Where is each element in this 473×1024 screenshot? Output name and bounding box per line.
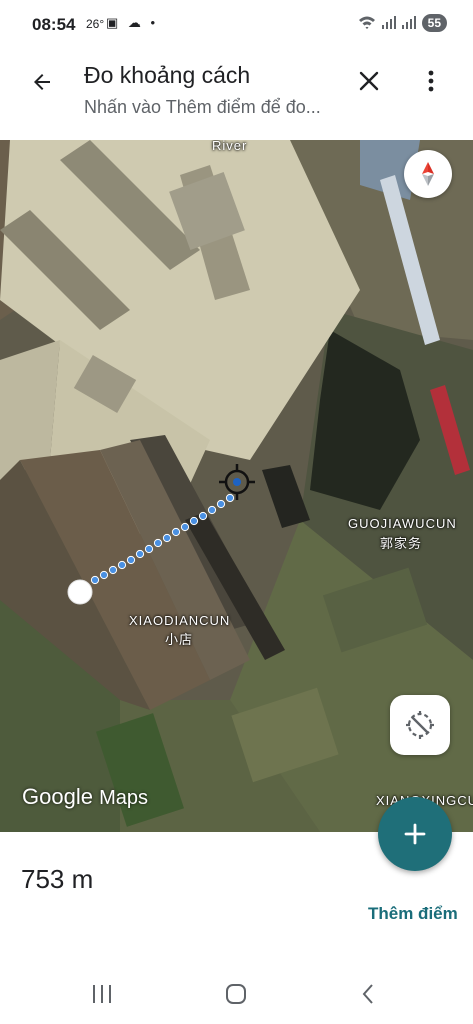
map-view[interactable]: River GUOJIAWUCUN 郭家务 XIAODIANCUN 小店 XIA… — [0, 140, 473, 832]
map-label-guojiawucun-cn: 郭家务 — [380, 536, 423, 551]
close-icon — [359, 71, 379, 91]
system-nav-bar — [0, 964, 473, 1024]
google-logo-text: Google — [22, 784, 93, 809]
my-location-button[interactable] — [390, 695, 450, 755]
compass-icon — [422, 162, 434, 186]
map-label-guojiawucun: GUOJIAWUCUN — [348, 516, 457, 531]
more-options-button[interactable] — [414, 64, 448, 98]
add-point-fab[interactable] — [378, 797, 452, 871]
maps-logo-text: Maps — [99, 787, 148, 809]
nav-back-button[interactable] — [348, 978, 388, 1010]
battery-indicator: 55 — [421, 14, 447, 32]
status-bar: 08:54 26° ▣ ☁ • 55 — [0, 0, 473, 52]
page-subtitle: Nhấn vào Thêm điểm để đo... — [84, 97, 321, 117]
notification-icons: ▣ ☁ • — [106, 15, 159, 30]
chevron-left-icon — [362, 984, 373, 1004]
start-point-marker[interactable] — [67, 579, 93, 605]
location-off-icon — [406, 711, 434, 739]
recents-button[interactable] — [82, 978, 122, 1010]
recents-icon — [93, 985, 111, 1003]
app-bar: Đo khoảng cách Nhấn vào Thêm điểm để đo.… — [0, 52, 473, 140]
vertical-dots-icon — [428, 70, 434, 92]
close-button[interactable] — [352, 64, 386, 98]
plus-icon — [404, 823, 426, 845]
status-temperature: 26° — [86, 17, 105, 31]
wifi-icon — [358, 15, 376, 32]
crosshair-icon — [219, 464, 255, 500]
compass-button[interactable] — [404, 150, 452, 198]
map-label-river: River — [212, 140, 248, 153]
system-indicators: 55 — [358, 14, 447, 32]
google-maps-logo: Google Maps — [22, 784, 148, 810]
arrow-left-icon — [34, 74, 50, 90]
map-label-xiaodiancun-cn: 小店 — [165, 632, 194, 647]
home-icon — [226, 984, 246, 1004]
map-label-xiaodiancun: XIAODIANCUN — [129, 613, 231, 628]
status-time: 08:54 — [32, 15, 76, 34]
page-title: Đo khoảng cách — [84, 62, 251, 88]
back-button[interactable] — [24, 64, 60, 100]
distance-value: 753 m — [21, 864, 94, 894]
signal-icon — [381, 15, 396, 32]
add-point-button[interactable]: Thêm điểm — [368, 904, 458, 924]
home-button[interactable] — [216, 978, 256, 1010]
signal-icon-2 — [401, 15, 416, 32]
